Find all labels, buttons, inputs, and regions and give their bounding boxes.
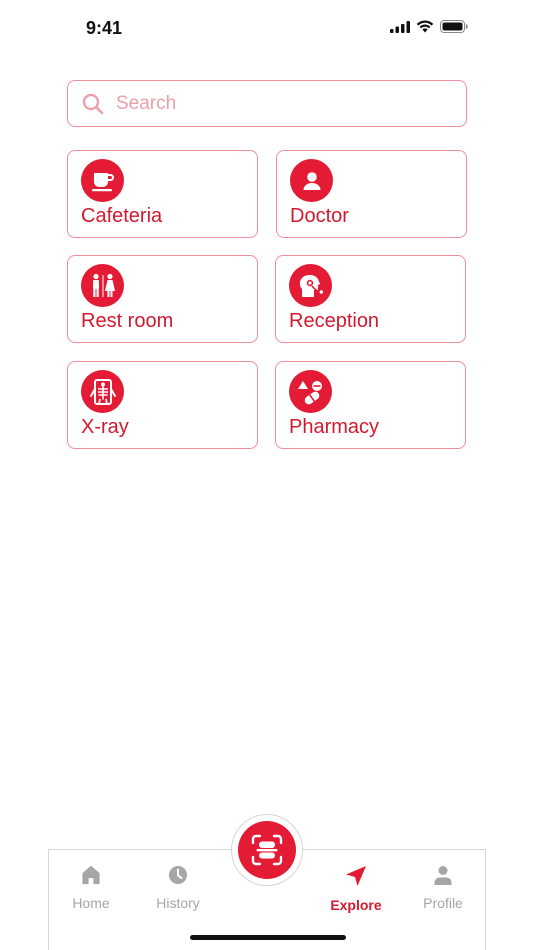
nav-item-profile[interactable]: Profile xyxy=(403,864,483,911)
nav-label-profile: Profile xyxy=(423,895,463,911)
scan-button-ring xyxy=(231,814,303,886)
nav-label-home: Home xyxy=(72,895,110,911)
category-card-xray[interactable]: X-ray xyxy=(67,361,258,449)
nav-item-home[interactable]: Home xyxy=(51,864,131,911)
pharmacy-pills-icon xyxy=(289,370,332,413)
category-card-pharmacy[interactable]: Pharmacy xyxy=(275,361,466,449)
scan-icon xyxy=(251,834,283,866)
nav-item-explore[interactable]: Explore xyxy=(316,864,396,913)
nav-label-explore: Explore xyxy=(330,897,382,913)
search-icon xyxy=(82,93,104,114)
category-label: Reception xyxy=(289,310,380,332)
search-input[interactable] xyxy=(116,92,436,115)
category-label: Doctor xyxy=(290,205,349,227)
scan-button[interactable] xyxy=(238,821,296,879)
home-icon xyxy=(82,865,100,885)
category-label: Rest room xyxy=(81,310,174,332)
status-icons xyxy=(390,20,468,33)
xray-skeleton-icon xyxy=(81,370,124,413)
reception-headset-icon xyxy=(289,264,332,307)
restroom-icon xyxy=(81,264,124,307)
clock-icon xyxy=(169,866,187,884)
cellular-signal-icon xyxy=(390,20,410,33)
search-box[interactable] xyxy=(67,80,467,127)
status-bar: 9:41 xyxy=(0,0,534,56)
home-indicator xyxy=(190,935,346,940)
battery-icon xyxy=(440,20,468,33)
category-card-reception[interactable]: Reception xyxy=(275,255,466,343)
nav-label-history: History xyxy=(156,895,200,911)
category-label: X-ray xyxy=(81,416,129,438)
navigation-arrow-icon xyxy=(346,866,366,886)
person-icon xyxy=(434,866,452,885)
category-card-cafeteria[interactable]: Cafeteria xyxy=(67,150,258,238)
nav-item-history[interactable]: History xyxy=(138,864,218,911)
doctor-person-icon xyxy=(290,159,333,202)
cafeteria-cup-icon xyxy=(81,159,124,202)
category-label: Pharmacy xyxy=(289,416,380,438)
status-time: 9:41 xyxy=(86,18,123,38)
category-card-doctor[interactable]: Doctor xyxy=(276,150,467,238)
wifi-icon xyxy=(416,20,434,33)
category-card-restroom[interactable]: Rest room xyxy=(67,255,258,343)
category-label: Cafeteria xyxy=(81,205,163,227)
